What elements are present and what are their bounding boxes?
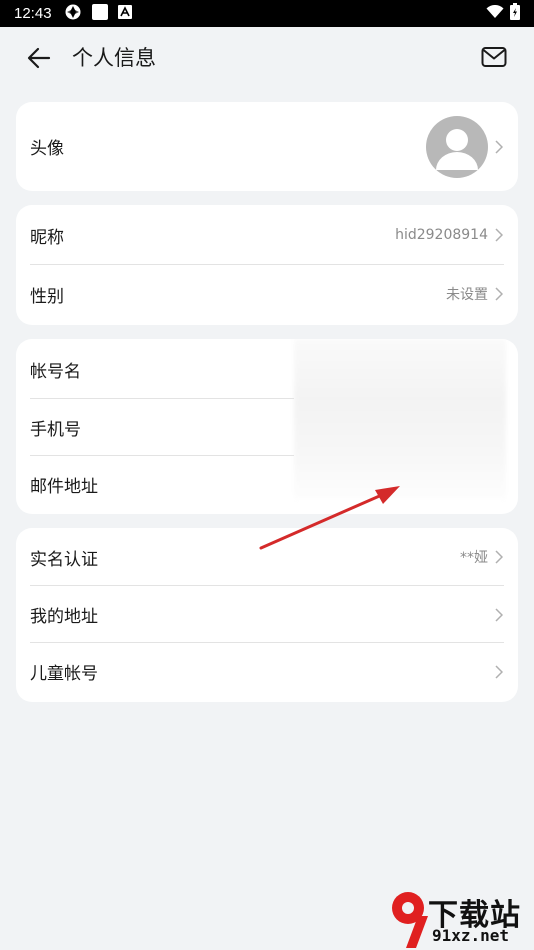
- app-a-icon: [117, 4, 132, 23]
- nickname-row[interactable]: 昵称 hid29208914: [16, 205, 518, 265]
- app-header: 个人信息: [0, 27, 534, 89]
- avatar-row[interactable]: 头像: [16, 102, 518, 191]
- vpn-icon: [64, 3, 82, 25]
- avatar-label: 头像: [30, 139, 64, 159]
- page-title: 个人信息: [72, 46, 156, 70]
- child-account-label: 儿童帐号: [30, 664, 98, 684]
- watermark-url: 91xz.net: [432, 926, 510, 945]
- status-bar: 12:43: [0, 0, 534, 27]
- arrow-left-icon: [27, 47, 51, 69]
- phone-row[interactable]: 手机号: [16, 399, 308, 456]
- mail-button[interactable]: [480, 45, 508, 69]
- chevron-right-icon: [494, 664, 504, 680]
- gender-label: 性别: [30, 286, 64, 307]
- mail-icon: [481, 47, 507, 67]
- chevron-right-icon: [494, 549, 504, 565]
- profile-card: 昵称 hid29208914 性别 未设置: [16, 205, 518, 325]
- phone-label: 手机号: [30, 420, 81, 440]
- status-time: 12:43: [14, 5, 52, 22]
- default-user-icon: [436, 128, 478, 170]
- account-name-label: 帐号名: [30, 361, 81, 382]
- more-card: 实名认证 **娅 我的地址 儿童帐号: [16, 528, 518, 702]
- avatar-card: 头像: [16, 102, 518, 191]
- chevron-right-icon: [494, 286, 504, 302]
- my-address-row[interactable]: 我的地址: [16, 586, 518, 643]
- wifi-icon: [486, 4, 504, 23]
- chevron-right-icon: [494, 607, 504, 623]
- nickname-label: 昵称: [30, 227, 64, 248]
- my-address-label: 我的地址: [30, 607, 98, 627]
- watermark-logo-icon: [392, 892, 428, 948]
- email-label: 邮件地址: [30, 476, 98, 497]
- chevron-right-icon: [494, 227, 504, 243]
- watermark: 下载站 91xz.net: [388, 886, 534, 950]
- avatar: [426, 115, 488, 178]
- account-name-row[interactable]: 帐号名: [16, 339, 308, 399]
- blurred-values: [294, 339, 506, 499]
- nickname-value: hid29208914: [395, 227, 488, 243]
- annotation-arrow-icon: [259, 486, 400, 550]
- chevron-right-icon: [494, 139, 504, 155]
- realname-label: 实名认证: [30, 549, 98, 570]
- gender-value: 未设置: [446, 287, 488, 303]
- back-button[interactable]: [24, 45, 54, 71]
- gender-row[interactable]: 性别 未设置: [16, 265, 518, 323]
- realname-value: **娅: [460, 550, 488, 566]
- child-account-row[interactable]: 儿童帐号: [16, 643, 518, 700]
- notification-square-icon: [91, 3, 108, 24]
- battery-icon: [510, 3, 520, 24]
